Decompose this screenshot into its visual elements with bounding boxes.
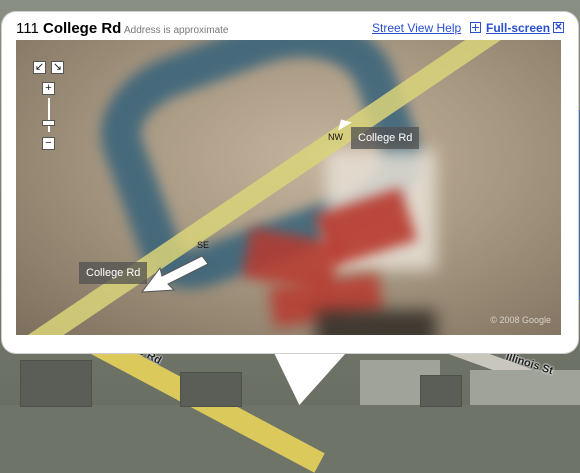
fullscreen-icon[interactable] <box>470 22 481 33</box>
address-approx-note: Address is approximate <box>124 25 229 36</box>
direction-se-label[interactable]: SE <box>197 240 209 250</box>
road-label-back[interactable]: College Rd <box>79 262 148 284</box>
close-icon[interactable]: ✕ <box>553 22 564 33</box>
address-street: College Rd <box>42 20 122 37</box>
pan-left-button[interactable]: ↙ <box>33 61 46 74</box>
zoom-slider-track[interactable] <box>48 98 50 132</box>
address-title: 111 College Rd <box>16 20 121 37</box>
zoom-in-button[interactable]: + <box>42 82 55 95</box>
zoom-out-button[interactable]: − <box>42 137 55 150</box>
map-building <box>20 360 92 407</box>
map-parking-lot <box>470 370 580 405</box>
street-view-help-link[interactable]: Street View Help <box>372 21 461 35</box>
info-window-header: 111 College Rd Address is approximate St… <box>16 18 564 40</box>
map-building <box>180 372 242 407</box>
panorama-shadow <box>316 310 436 335</box>
direction-nw-label[interactable]: NW <box>328 132 343 142</box>
arrow-icon[interactable] <box>140 254 210 294</box>
road-label-forward[interactable]: College Rd <box>351 127 420 149</box>
fullscreen-link[interactable]: Full-screen <box>486 21 550 35</box>
zoom-slider-handle[interactable] <box>42 120 55 126</box>
copyright-text: © 2008 Google <box>490 315 551 325</box>
address-number: 111 <box>16 20 39 37</box>
pan-right-button[interactable]: ↘ <box>51 61 64 74</box>
street-view-panorama[interactable]: ↙ ↘ + − NW College Rd SE College Rd © 20… <box>16 40 561 335</box>
map-building <box>420 375 462 407</box>
